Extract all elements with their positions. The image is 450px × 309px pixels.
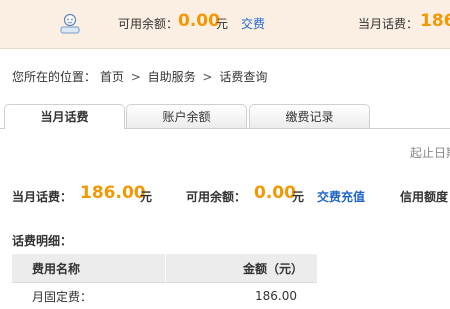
tab-account-balance[interactable]: 账户余额 xyxy=(126,104,247,128)
summary-available-label: 可用余额： xyxy=(186,188,246,210)
tab-payment-history[interactable]: 缴费记录 xyxy=(249,104,370,128)
available-balance-value: 0.00 xyxy=(178,11,220,31)
month-fee-value: 186 xyxy=(420,11,450,31)
available-balance-label: 可用余额： xyxy=(118,15,178,32)
available-balance-unit: 元 xyxy=(216,15,228,32)
summary-month-fee-label: 当月话费： xyxy=(12,188,72,210)
credit-limit-label: 信用额度 xyxy=(400,188,448,210)
breadcrumb: 您所在的位置： 首页 > 自助服务 > 话费查询 xyxy=(12,68,267,85)
breadcrumb-separator: > xyxy=(131,70,141,84)
table-row: 月固定费： 186.00 xyxy=(12,283,317,309)
summary-available-value: 0.00 xyxy=(254,183,296,205)
breadcrumb-home[interactable]: 首页 xyxy=(100,68,124,85)
summary-month-fee-value: 186.00 xyxy=(80,183,146,205)
top-account-bar: 可用余额： 0.00 元 交费 当月话费： 186 xyxy=(0,0,450,49)
recharge-topup-link[interactable]: 交费充值 xyxy=(317,188,365,210)
breadcrumb-separator: > xyxy=(202,70,212,84)
summary-month-fee-unit: 元 xyxy=(140,188,152,210)
month-fee-label: 当月话费： xyxy=(358,15,418,32)
fee-name-cell: 月固定费： xyxy=(12,283,166,309)
table-header-row: 费用名称 金额（元） xyxy=(12,254,317,283)
breadcrumb-prefix: 您所在的位置： xyxy=(12,68,96,85)
date-range-label: 起止日期 xyxy=(410,144,450,161)
tab-current-month-fee[interactable]: 当月话费 xyxy=(4,104,125,129)
fee-detail-table: 费用名称 金额（元） 月固定费： 186.00 xyxy=(12,254,317,309)
recharge-link[interactable]: 交费 xyxy=(241,15,265,32)
fee-amount-cell: 186.00 xyxy=(166,283,318,309)
summary-available-unit: 元 xyxy=(292,188,304,210)
column-header-amount: 金额（元） xyxy=(166,254,318,283)
fee-detail-title: 话费明细： xyxy=(12,232,72,249)
breadcrumb-self-service[interactable]: 自助服务 xyxy=(148,68,196,85)
column-header-fee-name: 费用名称 xyxy=(12,254,166,283)
breadcrumb-current: 话费查询 xyxy=(219,68,267,85)
user-avatar-icon[interactable] xyxy=(60,12,80,34)
